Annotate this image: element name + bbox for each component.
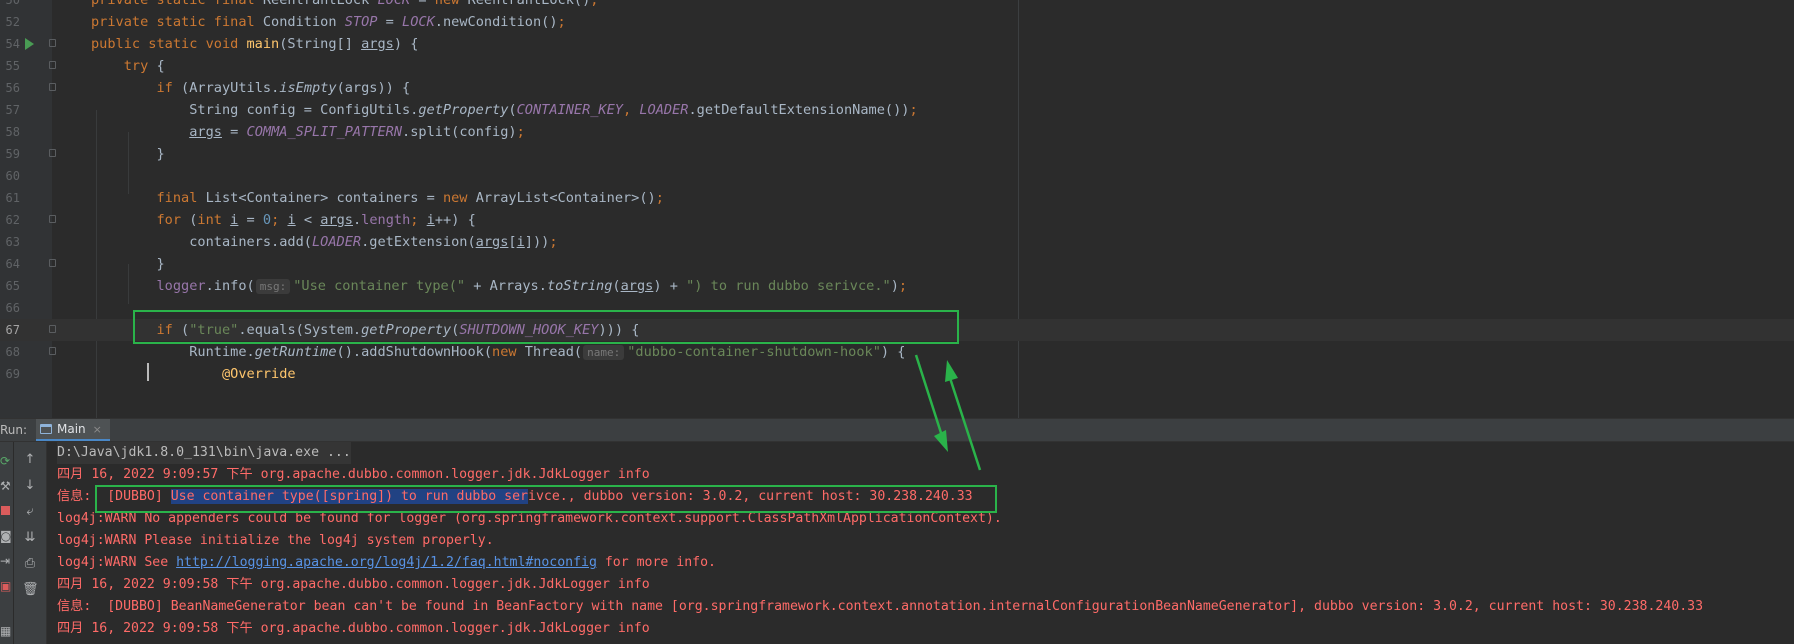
arrow-up bbox=[948, 377, 982, 471]
arrowhead-down bbox=[934, 430, 948, 452]
arrow-down bbox=[914, 354, 944, 437]
annotation-arrows bbox=[914, 354, 982, 471]
arrowhead-up bbox=[945, 360, 958, 382]
